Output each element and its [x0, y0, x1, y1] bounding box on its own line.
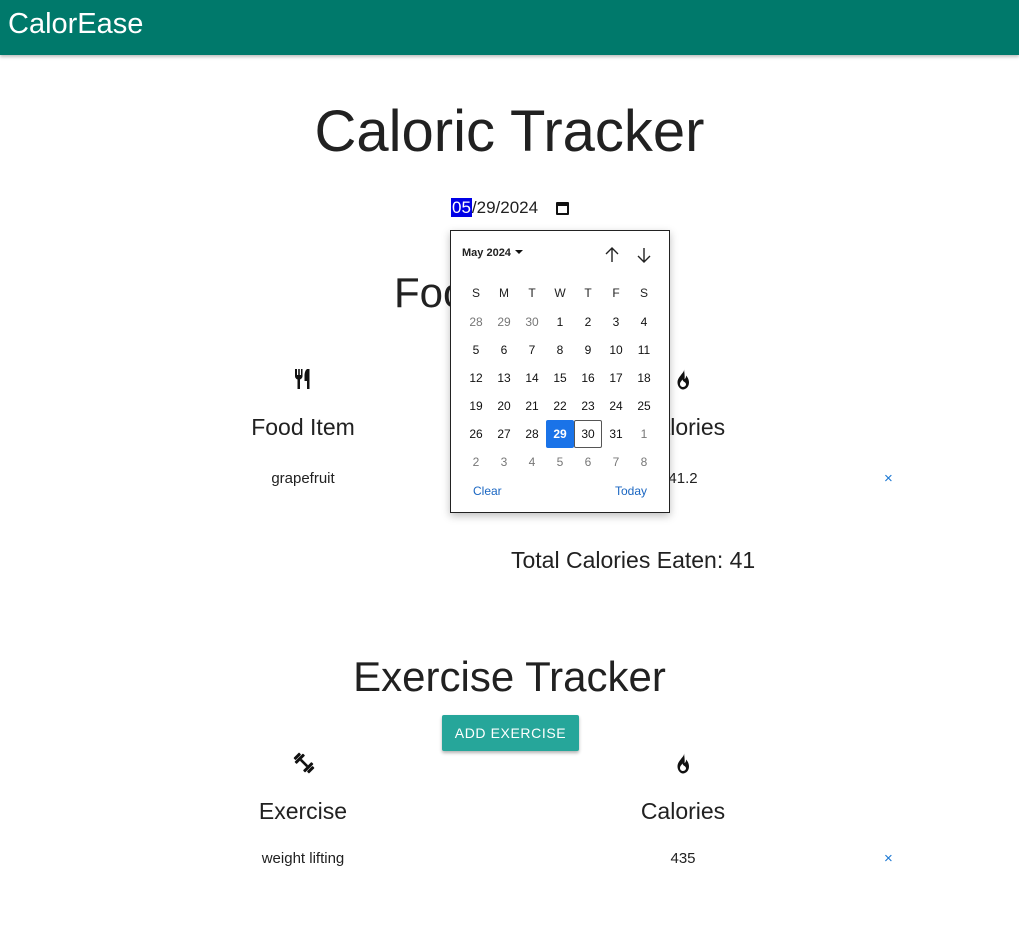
brand-title[interactable]: CalorEase: [8, 7, 143, 41]
calendar-day[interactable]: 5: [546, 448, 574, 476]
calendar-day[interactable]: 16: [574, 364, 602, 392]
delete-exercise-icon[interactable]: ×: [884, 851, 893, 867]
weekday-header: T: [584, 286, 592, 300]
calendar-day[interactable]: 8: [630, 448, 658, 476]
dumbbell-icon: [293, 752, 315, 774]
calendar-day[interactable]: 28: [518, 420, 546, 448]
calendar-day[interactable]: 8: [546, 336, 574, 364]
weekday-header: F: [612, 286, 620, 300]
arrow-up-icon: [605, 247, 619, 262]
calendar-day[interactable]: 23: [574, 392, 602, 420]
next-month-button[interactable]: [634, 245, 654, 265]
food-item-header: Food Item: [251, 414, 355, 440]
calendar-day[interactable]: 1: [546, 308, 574, 336]
utensils-icon: [295, 369, 310, 389]
calendar-day[interactable]: 24: [602, 392, 630, 420]
food-item-cell: grapefruit: [271, 470, 335, 487]
weekday-header: S: [639, 286, 648, 300]
date-month-segment[interactable]: 05: [451, 198, 472, 217]
calendar-day[interactable]: 30: [574, 420, 602, 448]
calendar-day[interactable]: 2: [462, 448, 490, 476]
weekday-header: W: [554, 286, 566, 300]
previous-month-button[interactable]: [602, 245, 622, 265]
calendar-day[interactable]: 20: [490, 392, 518, 420]
total-calories-eaten: Total Calories Eaten: 41: [511, 547, 756, 573]
add-exercise-button[interactable]: Add Exercise: [442, 715, 579, 751]
calendar-day[interactable]: 11: [630, 336, 658, 364]
calendar-day[interactable]: 15: [546, 364, 574, 392]
calendar-icon[interactable]: [556, 202, 569, 215]
fire-icon: [677, 368, 689, 390]
exercise-calories-cell: 435: [670, 850, 696, 867]
today-button[interactable]: Today: [615, 484, 647, 498]
calendar-day[interactable]: 4: [518, 448, 546, 476]
calendar-day[interactable]: 18: [630, 364, 658, 392]
calendar-day[interactable]: 4: [630, 308, 658, 336]
calendar-day[interactable]: 22: [546, 392, 574, 420]
calendar-day[interactable]: 2: [574, 308, 602, 336]
fire-icon: [677, 752, 689, 774]
month-year-label: May 2024: [462, 247, 511, 259]
exercise-item-cell: weight lifting: [261, 850, 345, 867]
date-input[interactable]: 05/29/2024: [451, 197, 581, 221]
calendar-day[interactable]: 3: [602, 308, 630, 336]
calendar-day[interactable]: 7: [602, 448, 630, 476]
calendar-day[interactable]: 14: [518, 364, 546, 392]
calendar-day[interactable]: 26: [462, 420, 490, 448]
calendar-day[interactable]: 27: [490, 420, 518, 448]
calendar-day[interactable]: 29: [546, 420, 574, 448]
calendar-day[interactable]: 6: [490, 336, 518, 364]
calendar-day[interactable]: 9: [574, 336, 602, 364]
calendar-day[interactable]: 28: [462, 308, 490, 336]
calendar-day[interactable]: 19: [462, 392, 490, 420]
calendar-day[interactable]: 29: [490, 308, 518, 336]
date-rest-segment[interactable]: /29/2024: [472, 198, 538, 217]
calendar-day[interactable]: 30: [518, 308, 546, 336]
calendar-day[interactable]: 3: [490, 448, 518, 476]
page-title: Caloric Tracker: [314, 99, 705, 164]
delete-food-icon[interactable]: ×: [884, 471, 893, 487]
calendar-day[interactable]: 31: [602, 420, 630, 448]
calendar-day[interactable]: 1: [630, 420, 658, 448]
app-bar: CalorEase: [0, 0, 1019, 55]
calendar-day[interactable]: 17: [602, 364, 630, 392]
weekday-header: T: [528, 286, 536, 300]
weekday-header: M: [499, 286, 509, 300]
exercise-calories-header: Calories: [640, 798, 726, 824]
exercise-tracker-title: Exercise Tracker: [353, 653, 666, 700]
clear-date-button[interactable]: Clear: [473, 484, 502, 498]
month-year-selector[interactable]: May 2024: [462, 247, 523, 259]
caret-down-icon: [514, 250, 523, 254]
weekday-header: S: [471, 286, 480, 300]
calendar-day[interactable]: 5: [462, 336, 490, 364]
calendar-day[interactable]: 13: [490, 364, 518, 392]
exercise-header: Exercise: [258, 798, 348, 824]
arrow-down-icon: [637, 248, 651, 263]
calendar-day[interactable]: 21: [518, 392, 546, 420]
date-picker-popup: May 2024 S M T W T F S 28 29 30 1 2 3 4 5 6 7 8 9 10 11 12 13 1…: [450, 230, 670, 513]
calendar-day[interactable]: 25: [630, 392, 658, 420]
calendar-day[interactable]: 12: [462, 364, 490, 392]
calendar-day[interactable]: 7: [518, 336, 546, 364]
calendar-day[interactable]: 10: [602, 336, 630, 364]
calendar-day[interactable]: 6: [574, 448, 602, 476]
